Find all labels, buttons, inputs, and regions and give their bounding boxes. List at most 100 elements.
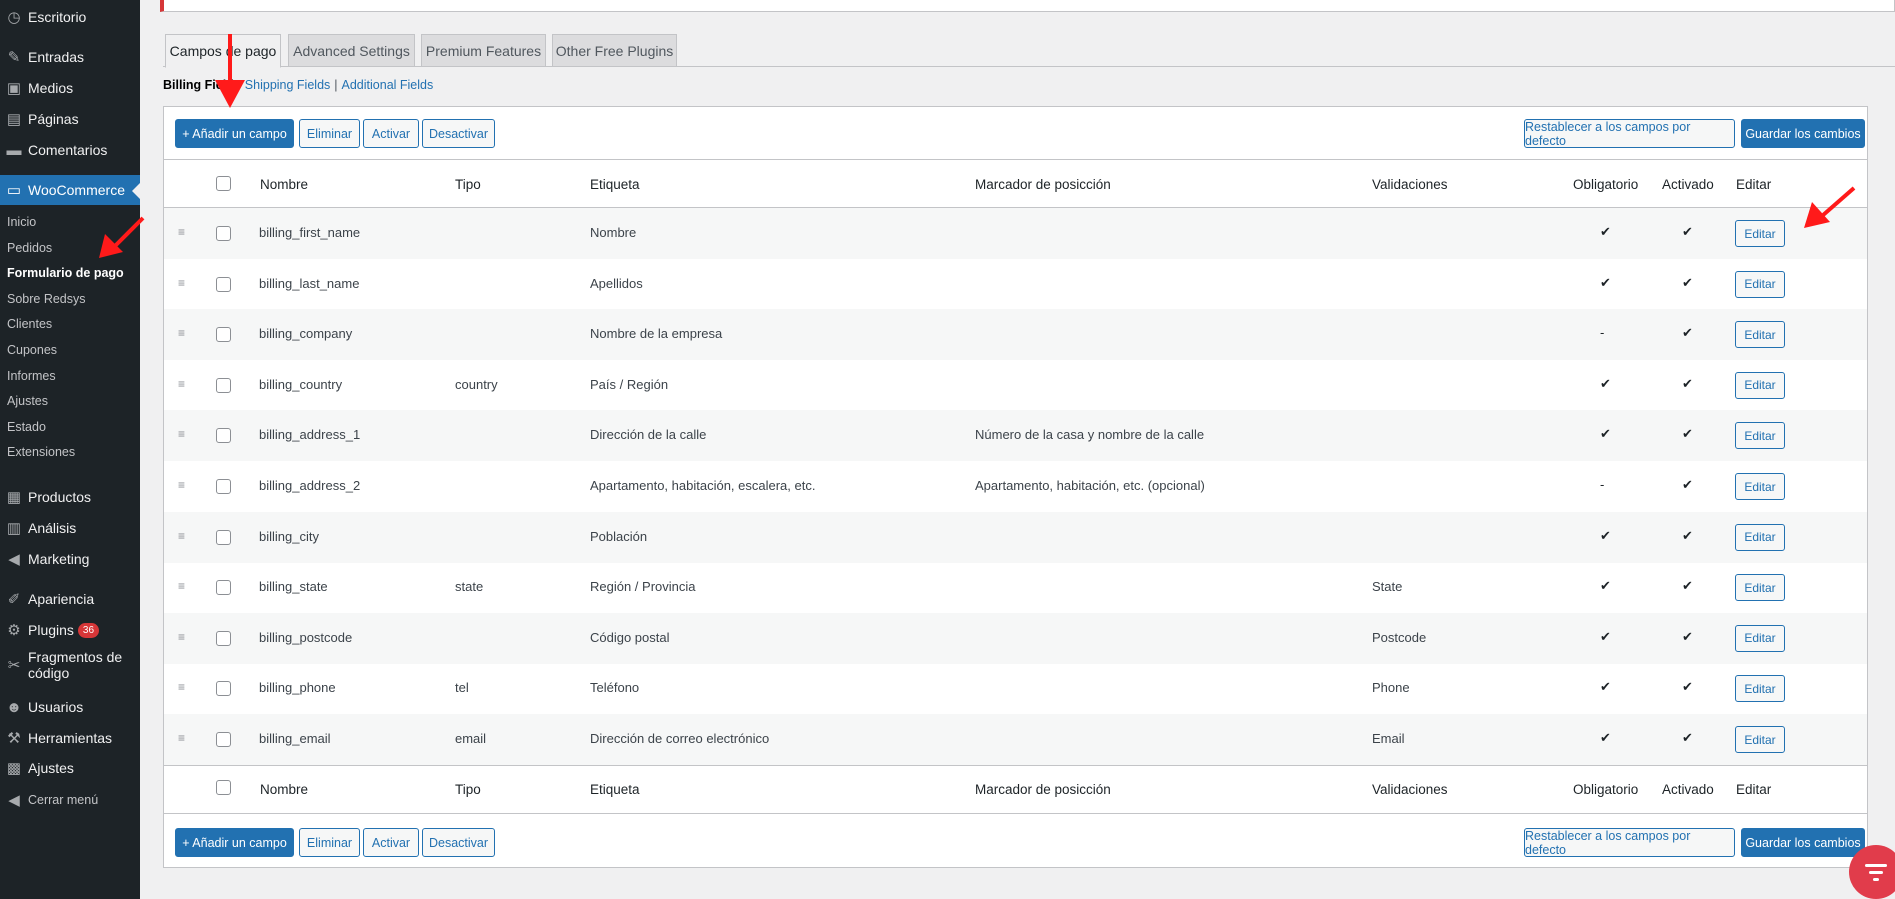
save-changes-button[interactable]: Guardar los cambios — [1741, 119, 1865, 148]
sidebar-item-medios[interactable]: ▣ Medios — [0, 73, 140, 103]
disable-button-bottom[interactable]: Desactivar — [422, 828, 495, 857]
sidebar-item-fragmentos-de-código[interactable]: ✂ Fragmentos de código — [0, 646, 140, 684]
sidebar-item-análisis[interactable]: ▥ Análisis — [0, 513, 140, 543]
sidebar-item-ajustes[interactable]: ▩ Ajustes — [0, 753, 140, 783]
sidebar-item-productos[interactable]: ▦ Productos — [0, 482, 140, 512]
sidebar-item-label: Marketing — [28, 551, 90, 567]
reset-defaults-button-bottom[interactable]: Restablecer a los campos por defecto — [1524, 828, 1735, 857]
submenu-item-extensiones[interactable]: Extensiones — [7, 442, 75, 462]
required-indicator: ✔ — [1600, 527, 1611, 543]
field-validations: State — [1372, 579, 1403, 595]
tab-premium-features[interactable]: Premium Features — [421, 34, 546, 67]
row-checkbox[interactable] — [216, 580, 231, 596]
drag-handle-icon[interactable]: ≡ — [178, 580, 190, 592]
drag-handle-icon[interactable]: ≡ — [178, 277, 190, 289]
disable-button[interactable]: Desactivar — [422, 119, 495, 148]
submenu-item-pedidos[interactable]: Pedidos — [7, 238, 52, 258]
filter-icon — [1865, 864, 1887, 881]
drag-handle-icon[interactable]: ≡ — [178, 479, 190, 491]
sidebar-item-label: Ajustes — [28, 760, 74, 776]
sidebar-item-páginas[interactable]: ▤ Páginas — [0, 104, 140, 134]
field-section-nav: Billing Fields Shipping Fields | Additio… — [163, 78, 433, 92]
sidebar-item-escritorio[interactable]: ◷ Escritorio — [0, 2, 140, 32]
enabled-indicator: ✔ — [1682, 527, 1693, 543]
row-checkbox[interactable] — [216, 327, 231, 343]
enable-button-bottom[interactable]: Activar — [363, 828, 419, 857]
collapse-icon: ◀ — [8, 792, 20, 809]
sidebar-item-label: Productos — [28, 489, 92, 505]
edit-field-button[interactable]: Editar — [1735, 624, 1785, 652]
row-checkbox[interactable] — [216, 732, 231, 747]
annotation-arrow-sidebar-icon — [99, 216, 145, 258]
sidebar-item-label: Cerrar menú — [28, 793, 99, 807]
tab-advanced-settings[interactable]: Advanced Settings — [288, 34, 415, 67]
row-checkbox[interactable] — [216, 479, 231, 494]
edit-field-button[interactable]: Editar — [1735, 574, 1785, 602]
save-changes-button-bottom[interactable]: Guardar los cambios — [1741, 828, 1865, 857]
sidebar-item-herramientas[interactable]: ⚒ Herramientas — [0, 723, 140, 753]
row-checkbox[interactable] — [216, 630, 231, 646]
edit-field-button[interactable]: Editar — [1735, 473, 1785, 500]
edit-field-button[interactable]: Editar — [1735, 270, 1785, 298]
remove-button[interactable]: Eliminar — [299, 119, 360, 148]
field-name: billing_state — [259, 579, 328, 595]
submenu-item-informes[interactable]: Informes — [7, 366, 56, 386]
row-checkbox[interactable] — [216, 529, 231, 545]
sidebar-item-comentarios[interactable]: ▬ Comentarios — [0, 135, 140, 165]
reset-defaults-button[interactable]: Restablecer a los campos por defecto — [1524, 119, 1735, 148]
submenu-item-clientes[interactable]: Clientes — [7, 314, 52, 334]
drag-handle-icon[interactable]: ≡ — [178, 681, 190, 693]
drag-handle-icon[interactable]: ≡ — [178, 631, 190, 643]
add-field-button[interactable]: + Añadir un campo — [175, 119, 294, 148]
sidebar-item-plugins[interactable]: ⚙ Plugins 36 — [0, 615, 140, 645]
sidebar-item-marketing[interactable]: ◀ Marketing — [0, 544, 140, 574]
enable-button[interactable]: Activar — [363, 119, 419, 148]
row-checkbox[interactable] — [216, 226, 231, 241]
footer-header-placeholder: Marcador de posicción — [975, 782, 1111, 797]
drag-handle-icon[interactable]: ≡ — [178, 428, 190, 440]
edit-field-button[interactable]: Editar — [1735, 726, 1785, 753]
select-all-checkbox[interactable] — [216, 176, 231, 191]
update-count-badge: 36 — [77, 622, 100, 638]
remove-button-bottom[interactable]: Eliminar — [299, 828, 360, 857]
submenu-item-formulario-de-pago[interactable]: Formulario de pago — [7, 263, 124, 283]
pages-icon: ▤ — [6, 111, 22, 128]
add-field-button-bottom[interactable]: + Añadir un campo — [175, 828, 294, 857]
enabled-indicator: ✔ — [1682, 224, 1693, 239]
analytics-icon: ▥ — [6, 520, 22, 537]
tab-other-free-plugins[interactable]: Other Free Plugins — [552, 34, 677, 67]
sidebar-item-entradas[interactable]: ✎ Entradas — [0, 42, 140, 72]
edit-field-button[interactable]: Editar — [1735, 371, 1785, 399]
sidebar-item-cerrar-menú[interactable]: ◀ Cerrar menú — [0, 785, 140, 815]
submenu-item-sobre-redsys[interactable]: Sobre Redsys — [7, 289, 86, 309]
submenu-item-cupones[interactable]: Cupones — [7, 340, 57, 360]
edit-field-button[interactable]: Editar — [1735, 220, 1785, 247]
submenu-item-inicio[interactable]: Inicio — [7, 212, 36, 232]
field-label: Código postal — [590, 629, 670, 645]
submenu-item-ajustes[interactable]: Ajustes — [7, 391, 48, 411]
submenu-item-estado[interactable]: Estado — [7, 417, 46, 437]
field-name: billing_country — [259, 376, 343, 392]
sidebar-item-usuarios[interactable]: ☻ Usuarios — [0, 692, 140, 722]
sidebar-item-woocommerce[interactable]: ▭ WooCommerce — [0, 175, 140, 205]
drag-handle-icon[interactable]: ≡ — [178, 327, 190, 339]
shipping-fields-link[interactable]: Shipping Fields — [245, 78, 330, 92]
sidebar-item-apariencia[interactable]: ✐ Apariencia — [0, 584, 140, 614]
edit-field-button[interactable]: Editar — [1735, 675, 1785, 703]
edit-field-button[interactable]: Editar — [1735, 422, 1785, 450]
additional-fields-link[interactable]: Additional Fields — [342, 78, 434, 92]
select-all-checkbox-footer[interactable] — [216, 780, 231, 795]
row-checkbox[interactable] — [216, 377, 231, 393]
floating-action-button[interactable] — [1849, 845, 1895, 899]
drag-handle-icon[interactable]: ≡ — [178, 378, 190, 390]
row-checkbox[interactable] — [216, 681, 231, 697]
drag-handle-icon[interactable]: ≡ — [178, 732, 190, 744]
row-checkbox[interactable] — [216, 428, 231, 444]
edit-field-button[interactable]: Editar — [1735, 321, 1785, 349]
edit-field-button[interactable]: Editar — [1735, 523, 1785, 551]
sidebar-item-label: Escritorio — [28, 9, 87, 25]
field-label: Región / Provincia — [590, 579, 696, 595]
drag-handle-icon[interactable]: ≡ — [178, 530, 190, 542]
row-checkbox[interactable] — [216, 276, 231, 292]
drag-handle-icon[interactable]: ≡ — [178, 226, 190, 238]
